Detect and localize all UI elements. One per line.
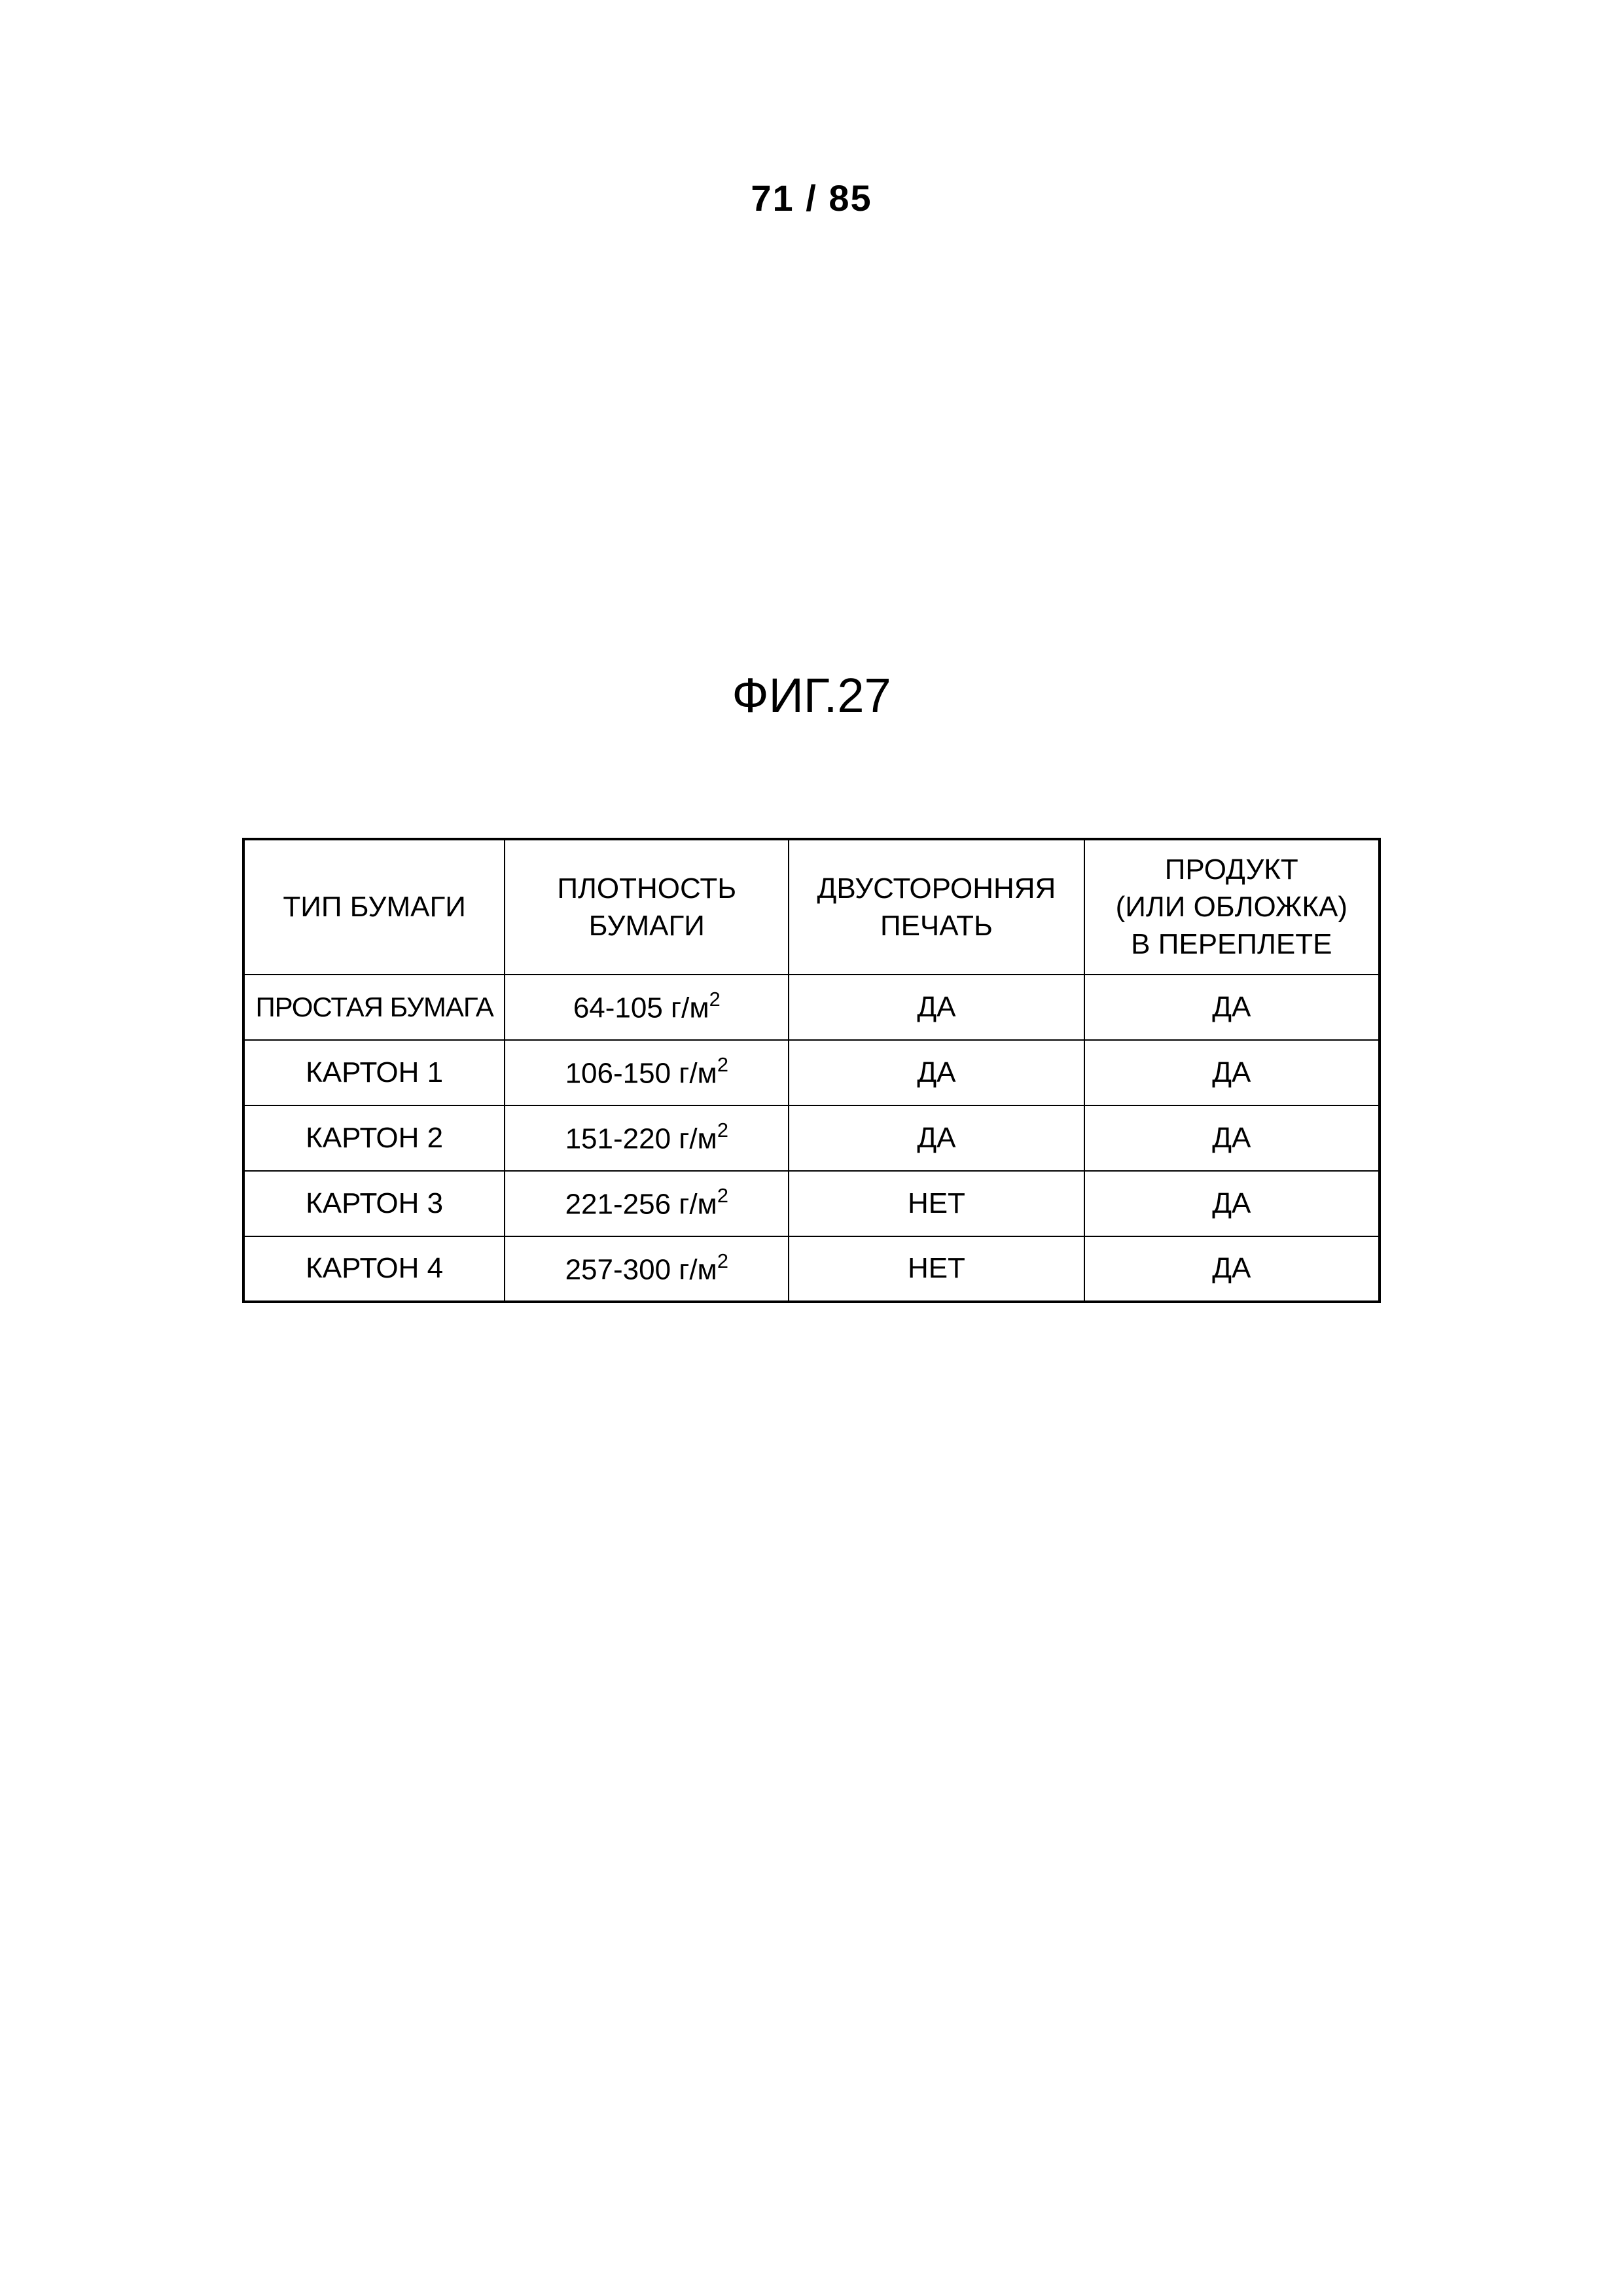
cell-paper-type: КАРТОН 2 [243,1105,505,1171]
cell-binding: ДА [1084,975,1380,1040]
cell-duplex: ДА [789,1040,1084,1105]
header-density: ПЛОТНОСТЬБУМАГИ [505,839,789,975]
cell-binding: ДА [1084,1171,1380,1236]
cell-paper-type: ПРОСТАЯ БУМАГА [243,975,505,1040]
cell-paper-type: КАРТОН 3 [243,1171,505,1236]
table-row: КАРТОН 4 257-300 г/м2 НЕТ ДА [243,1236,1380,1302]
header-density-line1: ПЛОТНОСТЬБУМАГИ [557,872,736,942]
cell-duplex: ДА [789,1105,1084,1171]
cell-paper-type: КАРТОН 1 [243,1040,505,1105]
cell-density: 106-150 г/м2 [505,1040,789,1105]
table-header-row: ТИП БУМАГИ ПЛОТНОСТЬБУМАГИ ДВУСТОРОННЯЯП… [243,839,1380,975]
cell-binding: ДА [1084,1236,1380,1302]
paper-types-table-container: ТИП БУМАГИ ПЛОТНОСТЬБУМАГИ ДВУСТОРОННЯЯП… [242,838,1381,1303]
header-binding-line2: (ИЛИ ОБЛОЖКА) [1116,891,1348,923]
table-row: КАРТОН 2 151-220 г/м2 ДА ДА [243,1105,1380,1171]
cell-binding: ДА [1084,1105,1380,1171]
table-row: ПРОСТАЯ БУМАГА 64-105 г/м2 ДА ДА [243,975,1380,1040]
cell-duplex: ДА [789,975,1084,1040]
cell-paper-type: КАРТОН 4 [243,1236,505,1302]
cell-density: 257-300 г/м2 [505,1236,789,1302]
figure-label: ФИГ.27 [0,668,1623,723]
cell-duplex: НЕТ [789,1171,1084,1236]
header-binding-line1: ПРОДУКТ [1165,853,1298,886]
header-duplex-text: ДВУСТОРОННЯЯПЕЧАТЬ [817,872,1056,942]
cell-binding: ДА [1084,1040,1380,1105]
table-row: КАРТОН 3 221-256 г/м2 НЕТ ДА [243,1171,1380,1236]
header-duplex: ДВУСТОРОННЯЯПЕЧАТЬ [789,839,1084,975]
header-paper-type: ТИП БУМАГИ [243,839,505,975]
header-binding: ПРОДУКТ (ИЛИ ОБЛОЖКА) В ПЕРЕПЛЕТЕ [1084,839,1380,975]
header-binding-line3: В ПЕРЕПЛЕТЕ [1131,928,1332,960]
cell-duplex: НЕТ [789,1236,1084,1302]
cell-density: 221-256 г/м2 [505,1171,789,1236]
page-number: 71 / 85 [0,177,1623,219]
cell-density: 64-105 г/м2 [505,975,789,1040]
cell-density: 151-220 г/м2 [505,1105,789,1171]
paper-types-table: ТИП БУМАГИ ПЛОТНОСТЬБУМАГИ ДВУСТОРОННЯЯП… [242,838,1381,1303]
table-row: КАРТОН 1 106-150 г/м2 ДА ДА [243,1040,1380,1105]
